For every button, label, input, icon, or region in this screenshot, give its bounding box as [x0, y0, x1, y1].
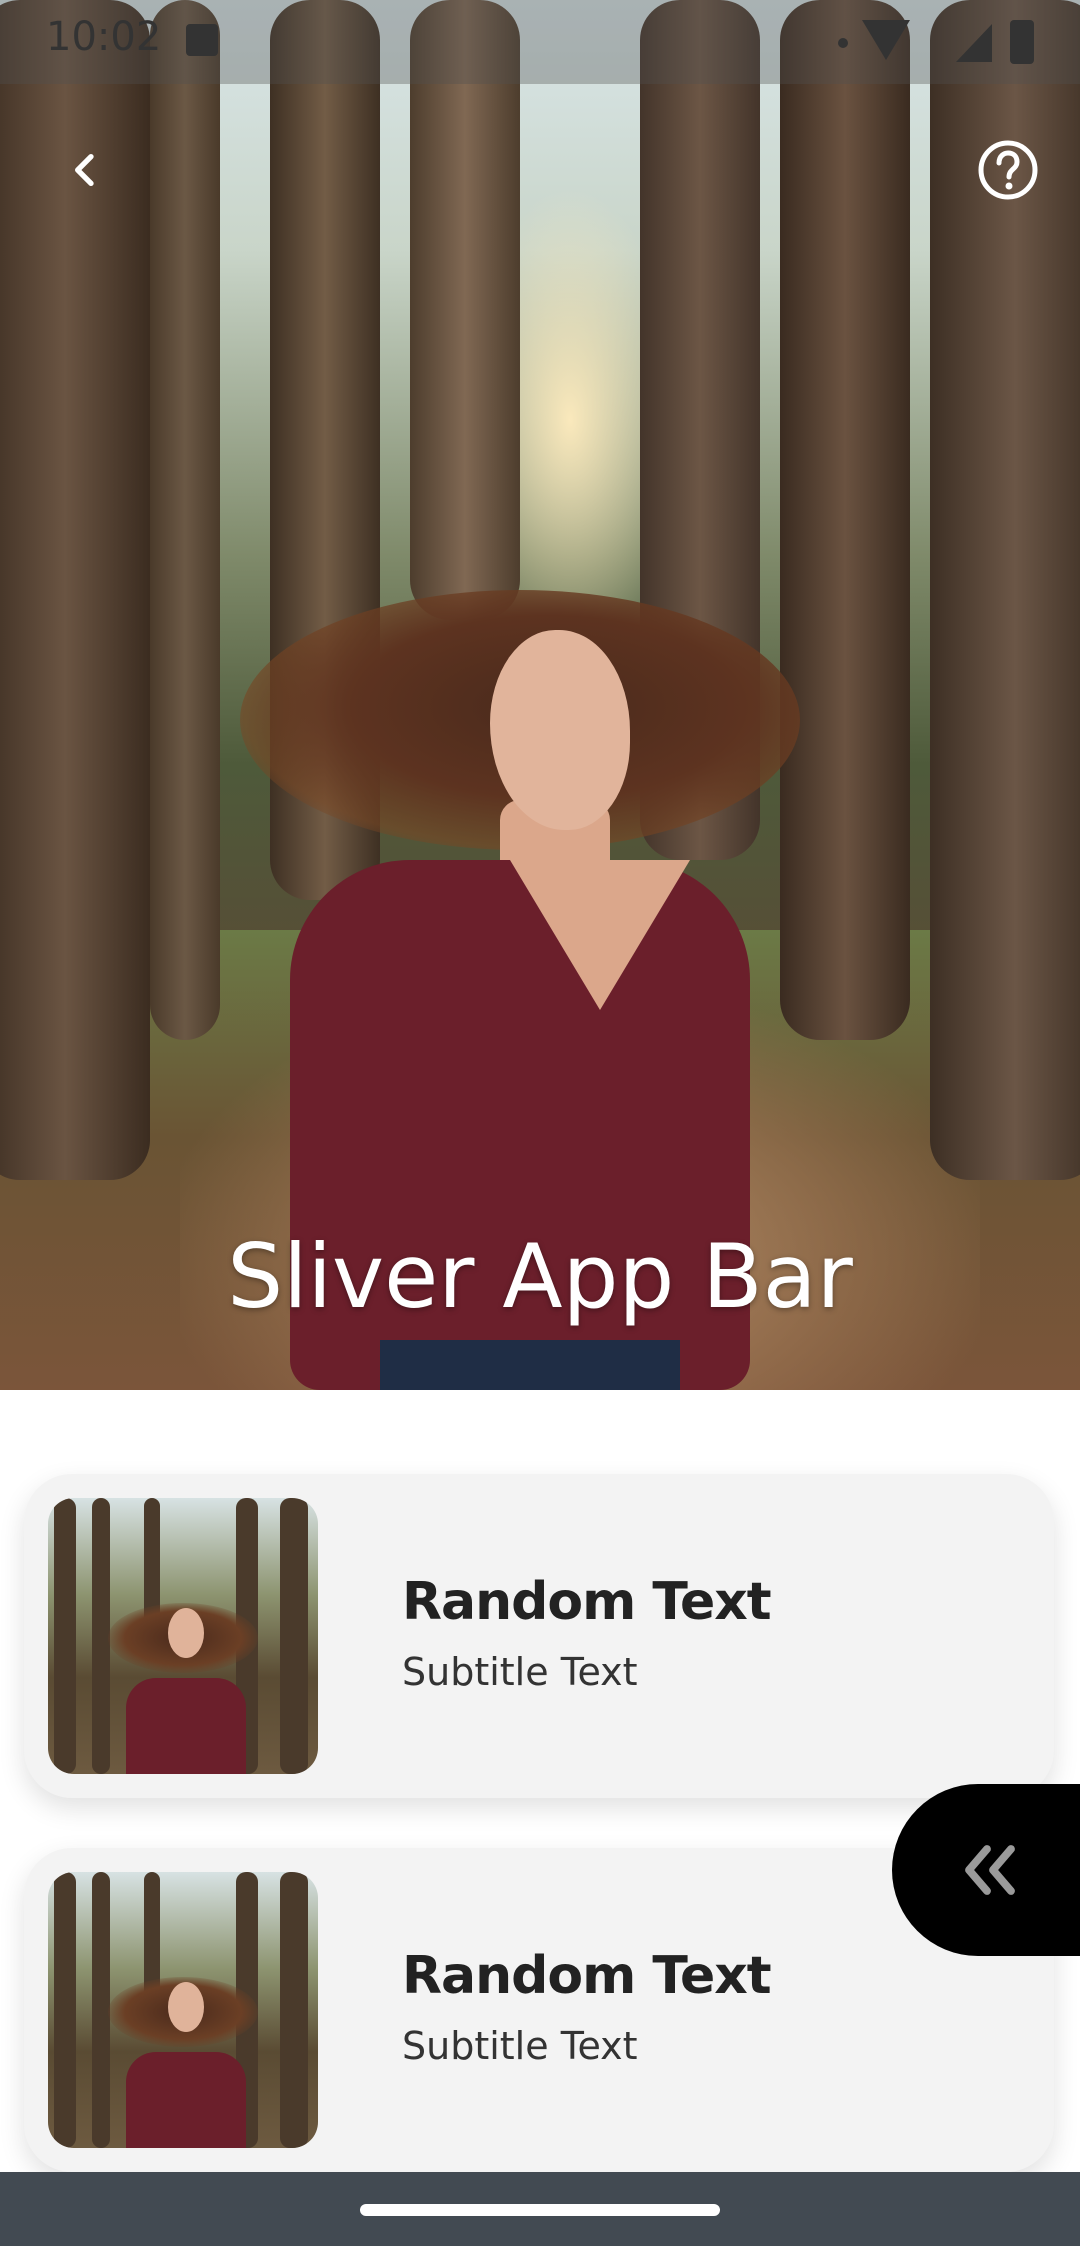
list-item[interactable]: Random Text Subtitle Text: [24, 1474, 1054, 1798]
dot-icon: [838, 38, 848, 48]
tree-trunk: [150, 0, 220, 1040]
list-item-title: Random Text: [402, 1946, 772, 2006]
list-item-subtitle: Subtitle Text: [402, 2024, 638, 2068]
thumbnail-image: [48, 1872, 318, 2148]
tree-trunk: [410, 0, 520, 620]
double-chevron-left-icon: [965, 1845, 1015, 1895]
help-circle-icon: [978, 140, 1038, 200]
help-button[interactable]: [976, 138, 1040, 202]
list-item-subtitle: Subtitle Text: [402, 1650, 638, 1694]
status-time: 10:02: [46, 14, 162, 60]
list-item-title: Random Text: [402, 1572, 772, 1632]
battery-icon: [1010, 20, 1034, 64]
system-navigation-bar: [0, 2172, 1080, 2246]
hero-image: Sliver App Bar: [0, 0, 1080, 1390]
back-button[interactable]: [56, 140, 116, 200]
gallery-icon: [186, 24, 218, 56]
home-indicator[interactable]: [360, 2204, 720, 2216]
signal-icon: [956, 24, 992, 62]
chevron-left-icon: [75, 154, 94, 186]
wifi-icon: [862, 20, 910, 60]
status-bar: 10:02: [0, 0, 1080, 84]
jeans: [380, 1340, 680, 1390]
drawer-toggle-button[interactable]: [892, 1784, 1080, 1956]
app-bar-title: Sliver App Bar: [227, 1225, 853, 1328]
thumbnail-image: [48, 1498, 318, 1774]
sweater-neckline: [510, 860, 690, 1010]
